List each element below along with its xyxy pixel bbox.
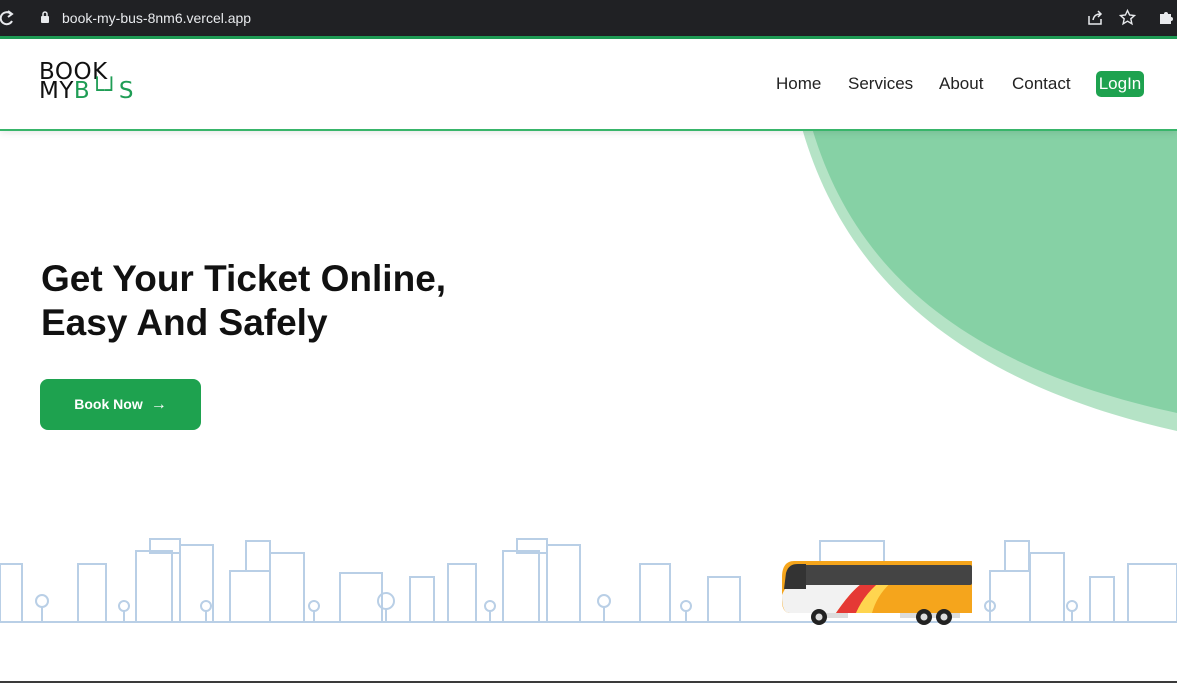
extensions-puzzle-icon[interactable] [1158,9,1175,26]
reload-icon[interactable] [0,9,14,27]
hero-headline-line-2: Easy And Safely [41,302,328,343]
site-logo[interactable]: BOOK MYB└┘S [39,61,189,105]
address-bar-url[interactable]: book-my-bus-8nm6.vercel.app [62,9,251,27]
lock-icon[interactable] [40,10,50,24]
site-header: BOOK MYB└┘S Home Services About Contact … [0,39,1177,129]
logo-my: MY [39,78,74,104]
logo-bus: B└┘S [73,78,134,104]
nav-about[interactable]: About [939,74,983,94]
browser-toolbar: book-my-bus-8nm6.vercel.app [0,0,1177,36]
nav-contact[interactable]: Contact [1012,74,1071,94]
hero-section: Get Your Ticket Online, Easy And Safely … [0,131,1177,683]
bookmark-star-icon[interactable] [1119,9,1136,26]
header-divider [0,129,1177,131]
arrow-right-icon: → [150,396,167,413]
city-skyline-illustration [0,538,1177,623]
nav-services[interactable]: Services [848,74,913,94]
share-icon[interactable] [1087,9,1104,26]
nav-home[interactable]: Home [776,74,821,94]
hero-headline: Get Your Ticket Online, Easy And Safely [41,257,561,345]
book-now-button[interactable]: Book Now → [40,379,201,430]
hero-headline-line-1: Get Your Ticket Online, [41,258,447,299]
logo-line-2: MYB└┘S [39,78,134,104]
bus-illustration [782,561,972,625]
book-now-label: Book Now [74,396,143,412]
login-button[interactable]: LogIn [1096,71,1144,97]
